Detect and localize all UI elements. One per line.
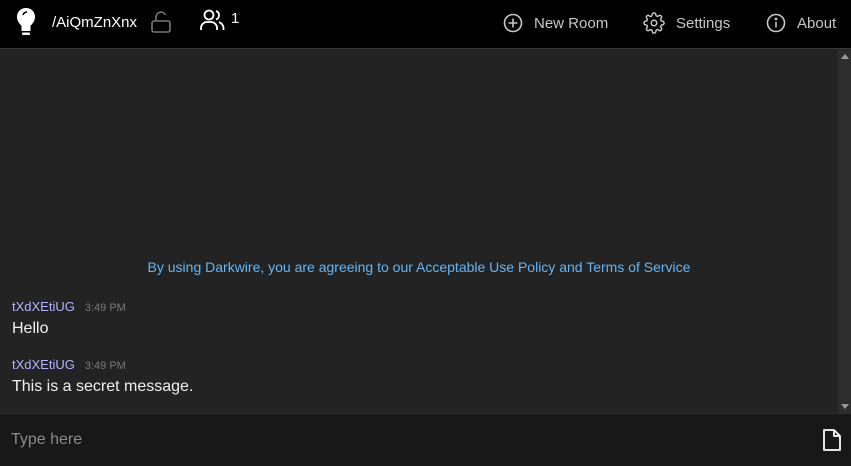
users-icon <box>199 8 225 37</box>
chat-scrollbar[interactable] <box>838 50 851 413</box>
scroll-up-arrow-icon[interactable] <box>841 54 849 59</box>
file-upload-button[interactable] <box>822 428 842 452</box>
message-composer <box>0 413 851 466</box>
file-icon <box>823 429 841 451</box>
new-room-button[interactable]: New Room <box>503 12 608 34</box>
users-button[interactable]: 1 <box>199 8 240 37</box>
about-label: About <box>797 14 837 32</box>
message-username[interactable]: tXdXEtiUG <box>12 299 75 314</box>
message-text: Hello <box>12 320 49 337</box>
navbar: /AiQmZnXnx 1 New Room Settings About <box>0 0 851 49</box>
users-count: 1 <box>231 9 240 27</box>
about-button[interactable]: About <box>766 12 836 34</box>
message-input[interactable] <box>9 427 793 453</box>
new-room-label: New Room <box>534 14 609 32</box>
settings-button[interactable]: Settings <box>643 12 730 34</box>
message: tXdXEtiUG 3:49 PM Hello <box>12 299 126 338</box>
message-timestamp: 3:49 PM <box>84 302 126 314</box>
info-circle-icon <box>766 13 786 33</box>
scroll-down-arrow-icon[interactable] <box>841 404 849 409</box>
terms-notice-link[interactable]: By using Darkwire, you are agreeing to o… <box>0 259 838 275</box>
message-username[interactable]: tXdXEtiUG <box>12 357 75 372</box>
gear-icon <box>643 12 665 34</box>
lightbulb-icon[interactable] <box>16 7 36 37</box>
plus-circle-icon <box>503 13 523 33</box>
message-text: This is a secret message. <box>12 378 194 395</box>
settings-label: Settings <box>676 14 731 32</box>
message: tXdXEtiUG 3:49 PM This is a secret messa… <box>12 357 193 396</box>
chat-area: By using Darkwire, you are agreeing to o… <box>0 50 838 413</box>
message-timestamp: 3:49 PM <box>84 360 126 372</box>
unlock-icon[interactable] <box>150 11 172 33</box>
room-name[interactable]: /AiQmZnXnx <box>52 14 137 31</box>
